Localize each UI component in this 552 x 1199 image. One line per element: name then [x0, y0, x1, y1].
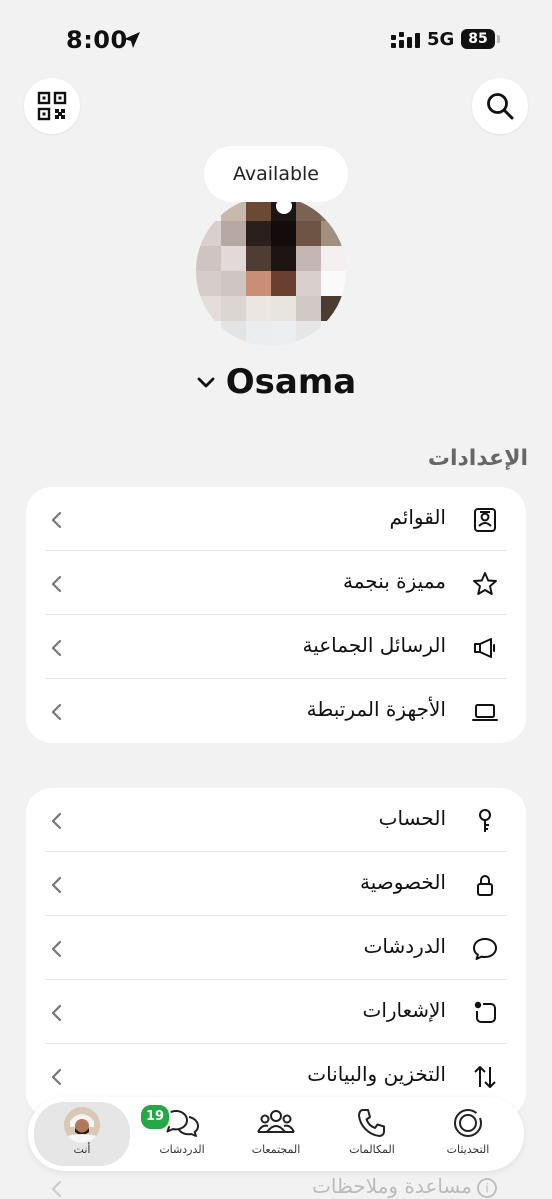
chevron-left-icon [51, 575, 62, 593]
settings-row-label: مميزة بنجمة [343, 569, 446, 593]
phone-icon [358, 1109, 385, 1137]
qr-code-icon [37, 91, 67, 121]
search-button[interactable] [472, 78, 528, 134]
chevron-left-icon [51, 703, 62, 721]
settings-section-title: الإعدادات [427, 446, 528, 471]
tab-label: المجتمعات [251, 1143, 301, 1156]
chevron-left-icon [51, 1004, 62, 1022]
chevron-left-icon [51, 639, 62, 657]
signal-icon [391, 32, 420, 48]
help-icon: i [477, 1178, 497, 1198]
settings-row-linked-devices[interactable]: الأجهزة المرتبطة [26, 679, 526, 743]
settings-row-label: التخزين والبيانات [307, 1062, 446, 1086]
lists-icon [474, 508, 496, 532]
settings-row-label: الأجهزة المرتبطة [306, 697, 446, 721]
svg-text:i: i [485, 1182, 488, 1196]
settings-row-lists[interactable]: القوائم [26, 487, 526, 551]
settings-row-privacy[interactable]: الخصوصية [26, 852, 526, 916]
settings-row-label: الخصوصية [360, 870, 446, 894]
chevron-left-icon [51, 940, 62, 958]
tab-you[interactable]: أنت [34, 1102, 130, 1166]
profile-avatar[interactable] [196, 196, 346, 346]
user-photo-icon [64, 1107, 100, 1143]
chevron-left-icon [51, 876, 62, 894]
key-icon [479, 809, 491, 832]
laptop-icon [472, 704, 498, 721]
notification-icon [474, 1001, 496, 1023]
updates-icon [454, 1109, 482, 1137]
battery-nub [497, 35, 500, 43]
tab-communities[interactable]: المجتمعات [228, 1097, 324, 1171]
status-time: 8:00 [66, 26, 128, 54]
settings-card-secondary: الحساب الخصوصية الدردشات الإشعارات التخز… [26, 788, 526, 1118]
location-arrow-icon [124, 32, 140, 48]
transfer-icon [474, 1066, 496, 1088]
chevron-left-icon [51, 511, 62, 529]
settings-row-notifications[interactable]: الإشعارات [26, 980, 526, 1044]
settings-row-chats[interactable]: الدردشات [26, 916, 526, 980]
chevron-left-icon [51, 1180, 62, 1198]
chevron-down-icon [197, 377, 215, 388]
search-icon [487, 93, 514, 120]
tab-calls[interactable]: المكالمات [324, 1097, 420, 1171]
chats-unread-badge: 19 [139, 1103, 171, 1131]
profile-name-row[interactable]: Osama [0, 362, 552, 402]
settings-row-broadcast[interactable]: الرسائل الجماعية [26, 615, 526, 679]
settings-row-label: الإشعارات [362, 998, 446, 1022]
status-bubble[interactable]: Available [204, 146, 348, 202]
broadcast-icon [474, 638, 495, 658]
bottom-tab-bar: أنت الدردشات المجتمعات المكالمات التحديث… [28, 1097, 524, 1171]
settings-row-label: الدردشات [363, 934, 446, 958]
tab-you-avatar [64, 1107, 100, 1143]
help-feedback-label[interactable]: مساعدة وملاحظات [312, 1174, 472, 1198]
settings-row-label: القوائم [389, 505, 446, 529]
chevron-left-icon [51, 1068, 62, 1086]
tab-label: الدردشات [159, 1143, 205, 1156]
tab-label: أنت [73, 1143, 91, 1156]
tab-label: المكالمات [349, 1143, 395, 1156]
tab-label: التحديثات [446, 1143, 490, 1156]
tab-updates[interactable]: التحديثات [420, 1097, 516, 1171]
settings-row-account[interactable]: الحساب [26, 788, 526, 852]
settings-row-label: الحساب [378, 806, 446, 830]
status-bar: 8:00 5G 85 [0, 0, 552, 80]
qr-code-button[interactable] [24, 78, 80, 134]
status-bubble-tail [276, 198, 292, 214]
star-icon [473, 572, 497, 595]
chevron-left-icon [51, 812, 62, 830]
avatar-pixelated-image [196, 196, 346, 346]
profile-name: Osama [225, 362, 357, 402]
battery-indicator: 85 [461, 29, 495, 49]
chat-bubble-icon [473, 938, 497, 960]
communities-icon [257, 1110, 295, 1133]
settings-row-starred[interactable]: مميزة بنجمة [26, 551, 526, 615]
settings-row-label: الرسائل الجماعية [302, 633, 446, 657]
lock-icon [477, 875, 493, 896]
network-type: 5G [427, 29, 455, 50]
settings-card-primary: القوائم مميزة بنجمة الرسائل الجماعية الأ… [26, 487, 526, 743]
